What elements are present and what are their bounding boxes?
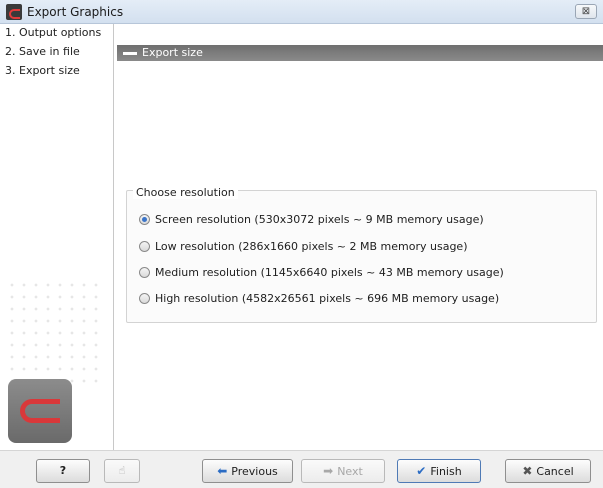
section-title: Export size	[142, 46, 203, 59]
window-title: Export Graphics	[27, 5, 124, 19]
pointer-button[interactable]: ☝	[104, 459, 140, 483]
title-bar: Export Graphics ⊠	[0, 0, 603, 24]
hand-pointer-icon: ☝	[118, 464, 126, 477]
app-logo-icon	[6, 4, 22, 20]
section-header: Export size	[117, 45, 603, 61]
radio-label: Medium resolution (1145x6640 pixels ~ 43…	[155, 266, 504, 279]
radio-button[interactable]	[139, 267, 150, 278]
close-button[interactable]: ⊠	[575, 4, 597, 19]
help-button[interactable]: ?	[36, 459, 90, 483]
step-save-in-file: 2. Save in file	[5, 45, 80, 58]
checkmark-icon: ✔	[416, 464, 427, 478]
radio-button[interactable]	[139, 293, 150, 304]
x-icon: ✖	[522, 464, 533, 478]
finish-label: Finish	[430, 465, 462, 478]
step-output-options: 1. Output options	[5, 26, 102, 39]
radio-low-resolution[interactable]: Low resolution (286x1660 pixels ~ 2 MB m…	[139, 239, 468, 255]
close-icon: ⊠	[581, 6, 591, 17]
radio-button[interactable]	[139, 241, 150, 252]
previous-label: Previous	[231, 465, 278, 478]
radio-high-resolution[interactable]: High resolution (4582x26561 pixels ~ 696…	[139, 291, 499, 307]
finish-button[interactable]: ✔ Finish	[397, 459, 481, 483]
wizard-steps-panel: 1. Output options 2. Save in file 3. Exp…	[0, 24, 114, 450]
step-export-size: 3. Export size	[5, 64, 80, 77]
next-label: Next	[337, 465, 363, 478]
radio-medium-resolution[interactable]: Medium resolution (1145x6640 pixels ~ 43…	[139, 265, 504, 281]
clc-logo-icon	[8, 379, 72, 443]
arrow-right-icon: ➡	[323, 464, 334, 478]
radio-label: High resolution (4582x26561 pixels ~ 696…	[155, 292, 500, 305]
decorative-dot-pattern	[6, 279, 106, 389]
radio-label: Screen resolution (530x3072 pixels ~ 9 M…	[155, 213, 484, 226]
radio-screen-resolution[interactable]: Screen resolution (530x3072 pixels ~ 9 M…	[139, 212, 484, 228]
previous-button[interactable]: ⬅ Previous	[202, 459, 293, 483]
header-dash-icon	[123, 52, 137, 55]
question-icon: ?	[59, 464, 67, 477]
arrow-left-icon: ⬅	[217, 464, 228, 478]
radio-button-checked[interactable]	[139, 214, 150, 225]
cancel-label: Cancel	[536, 465, 574, 478]
cancel-button[interactable]: ✖ Cancel	[505, 459, 591, 483]
radio-label: Low resolution (286x1660 pixels ~ 2 MB m…	[155, 240, 468, 253]
next-button[interactable]: ➡ Next	[301, 459, 385, 483]
resolution-legend: Choose resolution	[133, 186, 238, 199]
logo-swoosh	[20, 399, 60, 423]
